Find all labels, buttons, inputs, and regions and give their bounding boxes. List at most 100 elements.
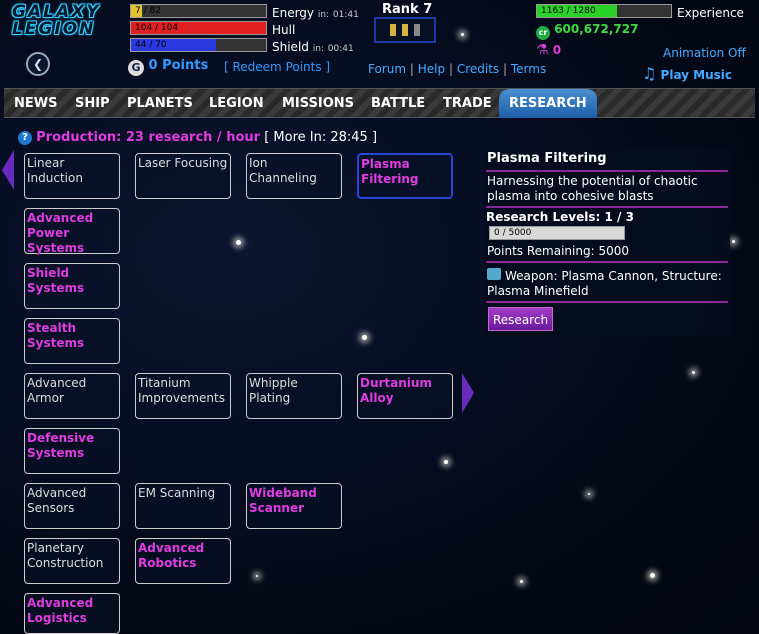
divider [486,170,728,172]
rank-bar-icon [414,24,420,36]
link-separator: | [409,62,414,76]
research-tile-label: Defensive Systems [27,431,95,460]
terms-link[interactable]: Terms [511,62,546,76]
star [588,493,590,495]
back-arrow-icon[interactable]: ❮ [26,52,50,76]
research-tile[interactable]: Durtanium Alloy [357,373,453,419]
nav-news[interactable]: NEWS [4,89,67,118]
star [236,240,241,245]
rank-title: Rank 7 [382,2,433,17]
research-detail-panel: Plasma Filtering Harnessing the potentia… [484,148,730,336]
research-tile[interactable]: Advanced Power Systems [24,208,120,255]
research-tile-label: Linear Induction [27,156,83,185]
credits-link[interactable]: Credits [457,62,499,76]
star [444,460,448,464]
panel-description: Harnessing the potential of chaotic plas… [487,174,698,203]
shield-label-group: Shield in: 00:41 [272,40,354,54]
divider [486,206,728,208]
hull-label: Hull [272,23,296,37]
research-tile-label: Advanced Power Systems [27,211,94,255]
energy-timer-prefix: in: [317,10,330,20]
research-tile[interactable]: Shield Systems [24,263,120,309]
star [362,335,367,340]
nav-ship[interactable]: SHIP [65,89,120,118]
star [520,580,523,583]
research-tile[interactable]: Advanced Robotics [135,538,231,584]
research-tile-label: Wideband Scanner [249,486,317,515]
research-button[interactable]: Research [488,307,554,331]
link-separator: | [502,62,508,76]
research-tile[interactable]: EM Scanning [135,483,231,529]
research-tile[interactable]: Linear Induction [24,153,120,199]
research-tile[interactable]: Advanced Armor [24,373,120,419]
research-tile-label: Stealth Systems [27,321,85,350]
star [256,575,258,577]
divider [486,301,728,303]
energy-label: Energy [272,6,315,20]
hull-value: 104 / 104 [135,23,179,33]
research-tile-label: Titanium Improvements [138,376,225,405]
main-nav: NEWS SHIP PLANETS LEGION MISSIONS BATTLE… [4,88,755,118]
production-line: ? Production: 23 research / hour [ More … [18,130,377,145]
redeem-points-link[interactable]: [ Redeem Points ] [224,60,330,74]
research-unlocks: Weapon: Plasma Cannon, Structure: Plasma… [487,268,727,299]
research-tile-label: Laser Focusing [138,156,228,170]
nav-legion[interactable]: LEGION [199,89,274,118]
star [650,573,655,578]
points-display: G 0 Points [128,58,208,76]
game-logo[interactable]: GALAXY LEGION [12,4,126,44]
rank-bar-icon [402,24,408,36]
star [461,33,464,36]
research-tile[interactable]: Advanced Sensors [24,483,120,529]
forum-link[interactable]: Forum [368,62,406,76]
research-tile-label: Shield Systems [27,266,85,295]
research-levels: Research Levels: 1 / 3 [486,210,634,224]
help-question-icon[interactable]: ? [18,131,32,145]
points-text: 0 Points [148,58,209,73]
credits-amount: 600,672,727 [554,22,639,36]
research-tile-label: Whipple Plating [249,376,298,405]
nav-planets[interactable]: PLANETS [117,89,203,118]
research-tile[interactable]: Defensive Systems [24,428,120,474]
research-tile[interactable]: Whipple Plating [246,373,342,419]
help-link[interactable]: Help [418,62,445,76]
research-tile[interactable]: Advanced Logistics [24,593,120,634]
research-tile-label: Planetary Construction [27,541,104,570]
nav-research[interactable]: RESEARCH [499,89,597,118]
energy-value: 7 / 82 [135,6,161,16]
research-tile-label: Advanced Sensors [27,486,87,515]
research-tile[interactable]: Laser Focusing [135,153,231,199]
shield-value: 44 / 70 [135,40,167,50]
play-music-label: Play Music [660,68,733,82]
research-tile[interactable]: Wideband Scanner [246,483,342,529]
shield-bar: 44 / 70 [130,38,267,52]
animation-toggle[interactable]: Animation Off [663,46,746,60]
research-tile-label: Advanced Armor [27,376,87,405]
research-tile-selected[interactable]: Plasma Filtering [357,153,453,199]
research-tile[interactable]: Ion Channeling [246,153,342,199]
research-tile[interactable]: Titanium Improvements [135,373,231,419]
credits-display: cr 600,672,727 [536,22,638,40]
research-tile[interactable]: Planetary Construction [24,538,120,584]
nav-trade[interactable]: TRADE [433,89,502,118]
nav-battle[interactable]: BATTLE [361,89,435,118]
header-links: Forum | Help | Credits | Terms [368,62,546,76]
research-progress-value: 0 / 5000 [494,228,532,238]
research-tile-label: Ion Channeling [249,156,317,185]
divider [486,261,728,263]
research-tile[interactable]: Stealth Systems [24,318,120,364]
hull-bar: 104 / 104 [130,21,267,35]
research-points-display: ⚗ 0 [536,42,561,58]
scroll-right-arrow-icon[interactable] [462,373,474,413]
experience-bar: 1163 / 1280 [536,4,672,18]
panel-title: Plasma Filtering [487,151,607,166]
energy-timer: 01:41 [332,10,359,20]
production-rate: Production: 23 research / hour [36,130,261,145]
points-remaining: Points Remaining: 5000 [487,244,629,258]
play-music-button[interactable]: ♫ Play Music [642,64,732,83]
link-separator: | [448,62,453,76]
nav-missions[interactable]: MISSIONS [272,89,364,118]
research-tile-label: Advanced Logistics [27,596,94,625]
scroll-left-arrow-icon[interactable] [2,150,14,190]
credits-coin-icon: cr [536,26,550,40]
